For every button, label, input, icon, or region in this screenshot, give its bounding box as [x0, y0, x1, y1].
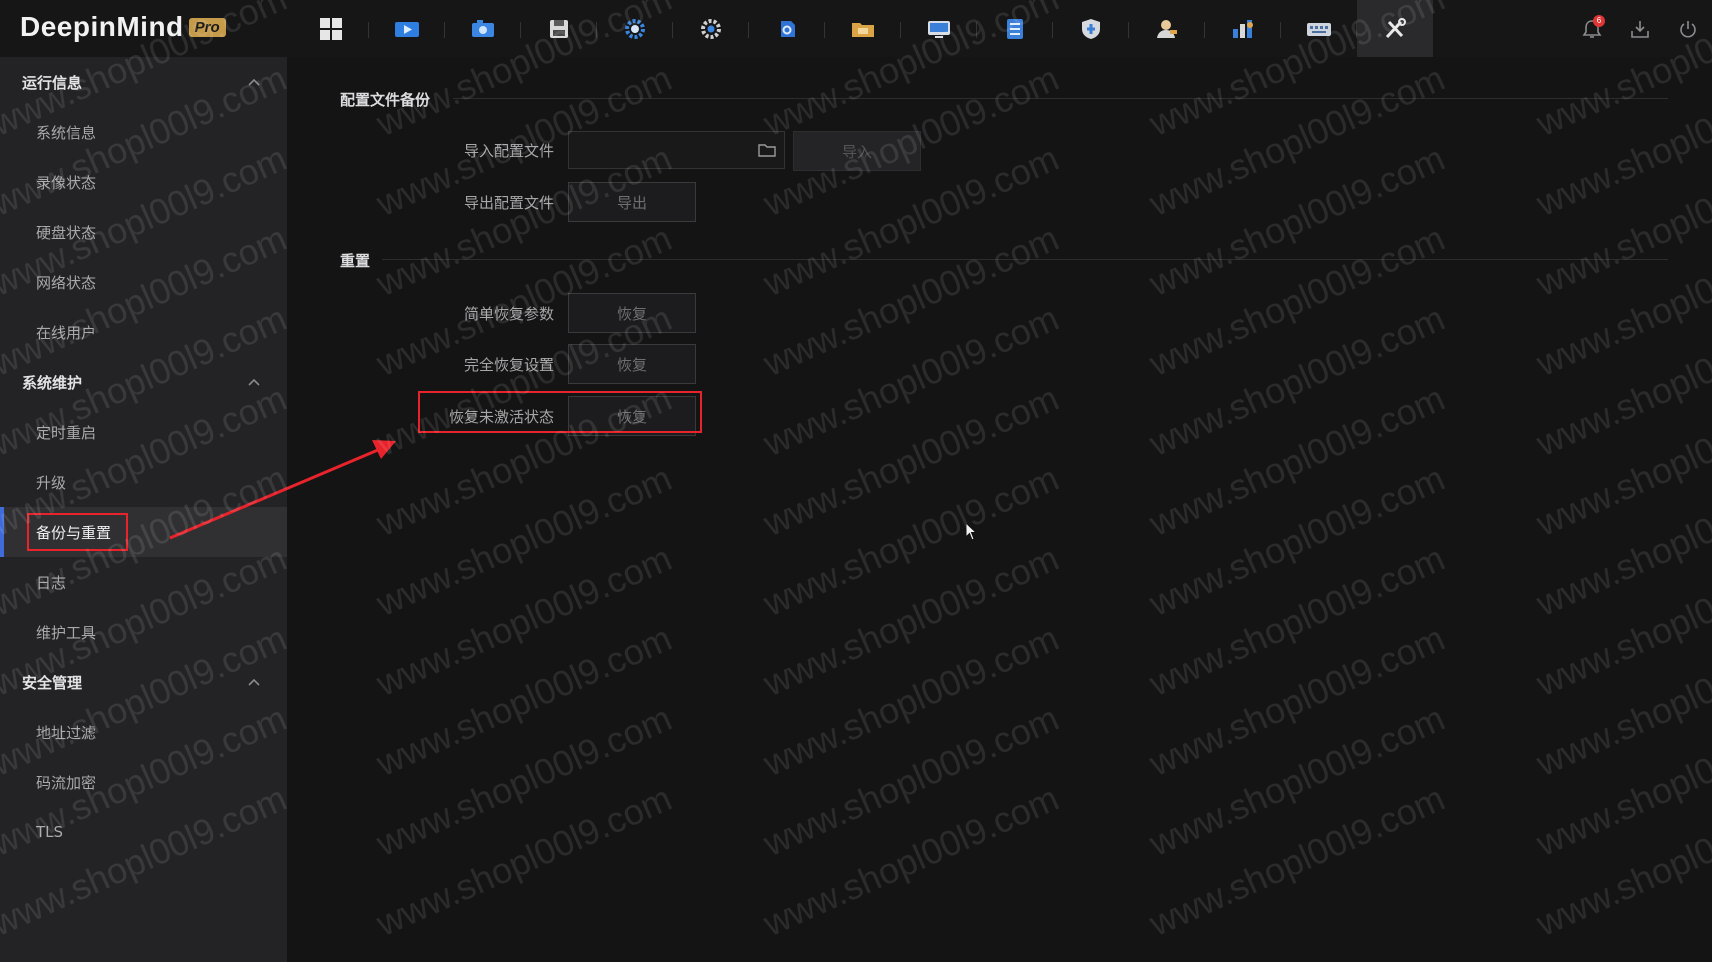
sidebar-item-tls[interactable]: TLS [0, 807, 287, 857]
sidebar-group-title: 安全管理 [22, 673, 83, 692]
highlight-box [418, 391, 702, 433]
sidebar: 运行信息 系统信息 录像状态 硬盘状态 网络状态 在线用户 系统维护 定时重启 … [0, 57, 287, 962]
download-icon[interactable] [1616, 0, 1664, 57]
notification-bell-icon[interactable]: 6 [1568, 0, 1616, 57]
full-restore-label: 完全恢复设置 [463, 356, 554, 374]
sidebar-item-label: 地址过滤 [36, 723, 97, 742]
top-right-tools: 6 [1568, 0, 1712, 57]
sidebar-item-label: 日志 [36, 573, 67, 592]
sidebar-item-label: TLS [36, 823, 64, 841]
maintenance-tools-icon[interactable] [1357, 0, 1433, 57]
sidebar-item-label: 录像状态 [36, 173, 97, 192]
sidebar-item-label: 在线用户 [36, 323, 97, 342]
user-icon[interactable] [1129, 0, 1205, 57]
main-nav [293, 0, 1433, 57]
sidebar-item-label: 定时重启 [36, 423, 97, 442]
sidebar-item-address-filter[interactable]: 地址过滤 [0, 707, 287, 757]
settings-icon[interactable] [597, 0, 673, 57]
list-icon[interactable] [977, 0, 1053, 57]
sidebar-item-upgrade[interactable]: 升级 [0, 457, 287, 507]
sidebar-item-label: 网络状态 [36, 273, 97, 292]
file-folder-icon[interactable] [825, 0, 901, 57]
sidebar-item-log[interactable]: 日志 [0, 557, 287, 607]
sidebar-item-network-status[interactable]: 网络状态 [0, 257, 287, 307]
network-monitor-icon[interactable] [901, 0, 977, 57]
sidebar-item-maintenance-tools[interactable]: 维护工具 [0, 607, 287, 657]
reset-section-title: 重置 [340, 252, 371, 270]
sidebar-item-scheduled-reboot[interactable]: 定时重启 [0, 407, 287, 457]
grid-view-icon[interactable] [293, 0, 369, 57]
mouse-cursor-icon [965, 522, 978, 541]
playback-icon[interactable] [445, 0, 521, 57]
sidebar-item-label: 硬盘状态 [36, 223, 97, 242]
live-view-icon[interactable] [369, 0, 445, 57]
app-logo: DeepinMind Pro [20, 11, 226, 43]
sidebar-group-title: 运行信息 [22, 73, 83, 92]
export-config-row: 导出配置文件 导出 [287, 182, 987, 224]
simple-restore-row: 简单恢复参数 恢复 [287, 293, 987, 335]
chevron-up-icon [248, 378, 260, 386]
import-config-row: 导入配置文件 导入 [287, 131, 987, 171]
keyboard-icon[interactable] [1281, 0, 1357, 57]
full-restore-button[interactable]: 恢复 [568, 344, 696, 384]
sidebar-group-title: 系统维护 [22, 373, 83, 392]
export-config-label: 导出配置文件 [463, 194, 554, 212]
sidebar-item-label: 码流加密 [36, 773, 97, 792]
smart-search-icon[interactable] [749, 0, 825, 57]
full-restore-row: 完全恢复设置 恢复 [287, 344, 987, 386]
folder-icon[interactable] [758, 142, 776, 158]
sidebar-group-system-maintenance[interactable]: 系统维护 [0, 357, 287, 407]
import-config-label: 导入配置文件 [463, 142, 554, 160]
sidebar-item-label: 维护工具 [36, 623, 97, 642]
storage-icon[interactable] [521, 0, 597, 57]
sidebar-group-run-info[interactable]: 运行信息 [0, 57, 287, 107]
backup-section-title: 配置文件备份 [340, 91, 431, 109]
sidebar-item-label: 系统信息 [36, 123, 97, 142]
security-shield-icon[interactable] [1053, 0, 1129, 57]
top-bar: DeepinMind Pro 6 [0, 0, 1712, 57]
sidebar-item-record-status[interactable]: 录像状态 [0, 157, 287, 207]
import-button[interactable]: 导入 [793, 131, 921, 171]
edition-badge: Pro [188, 17, 226, 37]
sidebar-item-label: 升级 [36, 473, 67, 492]
import-file-field[interactable] [568, 131, 785, 169]
section-divider [453, 98, 1668, 99]
highlight-box [27, 513, 128, 551]
advanced-settings-icon[interactable] [673, 0, 749, 57]
sidebar-item-system-info[interactable]: 系统信息 [0, 107, 287, 157]
brand-name: DeepinMind [20, 11, 184, 42]
notification-count-badge: 6 [1593, 15, 1605, 27]
sidebar-item-online-users[interactable]: 在线用户 [0, 307, 287, 357]
sidebar-item-stream-encryption[interactable]: 码流加密 [0, 757, 287, 807]
chevron-up-icon [248, 78, 260, 86]
sidebar-item-hdd-status[interactable]: 硬盘状态 [0, 207, 287, 257]
power-icon[interactable] [1664, 0, 1712, 57]
sidebar-item-backup-reset[interactable]: 备份与重置 [0, 507, 287, 557]
sidebar-group-security[interactable]: 安全管理 [0, 657, 287, 707]
chevron-up-icon [248, 678, 260, 686]
simple-restore-button[interactable]: 恢复 [568, 293, 696, 333]
export-button[interactable]: 导出 [568, 182, 696, 222]
section-divider [382, 259, 1668, 260]
simple-restore-label: 简单恢复参数 [463, 305, 554, 323]
main-content: 配置文件备份 导入配置文件 导入 导出配置文件 导出 重置 简单恢复参数 恢复 … [287, 57, 1712, 962]
statistics-icon[interactable] [1205, 0, 1281, 57]
